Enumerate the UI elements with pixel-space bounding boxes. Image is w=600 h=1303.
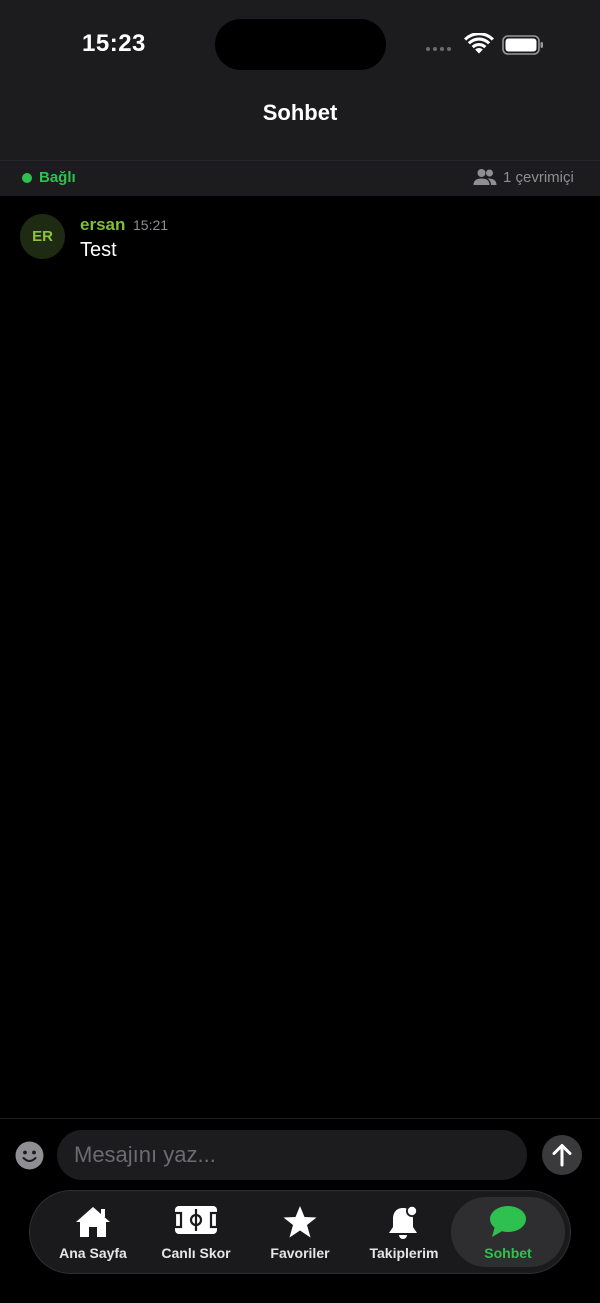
tab-label: Sohbet [484, 1245, 532, 1261]
tab-label: Favoriler [270, 1245, 330, 1261]
wifi-icon [464, 33, 494, 54]
message-username[interactable]: ersan [80, 215, 125, 235]
tab-bar: Ana Sayfa Canlı Skor Favoriler Takipleri… [29, 1190, 571, 1274]
pitch-icon [174, 1206, 218, 1234]
star-icon [283, 1206, 317, 1238]
battery-icon [502, 35, 543, 55]
arrow-up-icon [552, 1144, 572, 1167]
online-count-label: 1 çevrimiçi [503, 169, 574, 186]
status-bar: 15:23 [0, 0, 600, 90]
chat-message: ER ersan 15:21 Test [20, 214, 580, 264]
message-composer [0, 1118, 600, 1188]
cellular-signal-icon [426, 47, 451, 51]
connection-status-row: Bağlı 1 çevrimiçi [0, 160, 600, 196]
connection-status-label: Bağlı [39, 169, 76, 186]
users-icon [473, 169, 497, 185]
page-title: Sohbet [262, 100, 338, 125]
message-input[interactable] [57, 1130, 527, 1180]
dynamic-island [215, 19, 386, 70]
bell-icon [389, 1205, 418, 1239]
tab-live-score[interactable]: Canlı Skor [144, 1197, 248, 1267]
tab-chat[interactable]: Sohbet [451, 1197, 565, 1267]
connected-dot-icon [22, 173, 32, 183]
send-button[interactable] [542, 1135, 582, 1175]
tab-label: Takiplerim [369, 1245, 439, 1261]
tab-following[interactable]: Takiplerim [352, 1197, 456, 1267]
emoji-icon[interactable] [15, 1141, 44, 1170]
status-time: 15:23 [82, 30, 146, 57]
chat-bubble-icon [490, 1206, 526, 1237]
message-text: Test [80, 239, 117, 261]
avatar: ER [20, 214, 65, 259]
top-bar: 15:23 Sohbet Bağlı 1 çevrimiçi [0, 0, 600, 196]
home-icon [76, 1207, 110, 1237]
message-timestamp: 15:21 [133, 217, 169, 233]
tab-label: Canlı Skor [161, 1245, 231, 1261]
tab-favorites[interactable]: Favoriler [248, 1197, 352, 1267]
tab-label: Ana Sayfa [59, 1245, 127, 1261]
tab-home[interactable]: Ana Sayfa [41, 1197, 145, 1267]
